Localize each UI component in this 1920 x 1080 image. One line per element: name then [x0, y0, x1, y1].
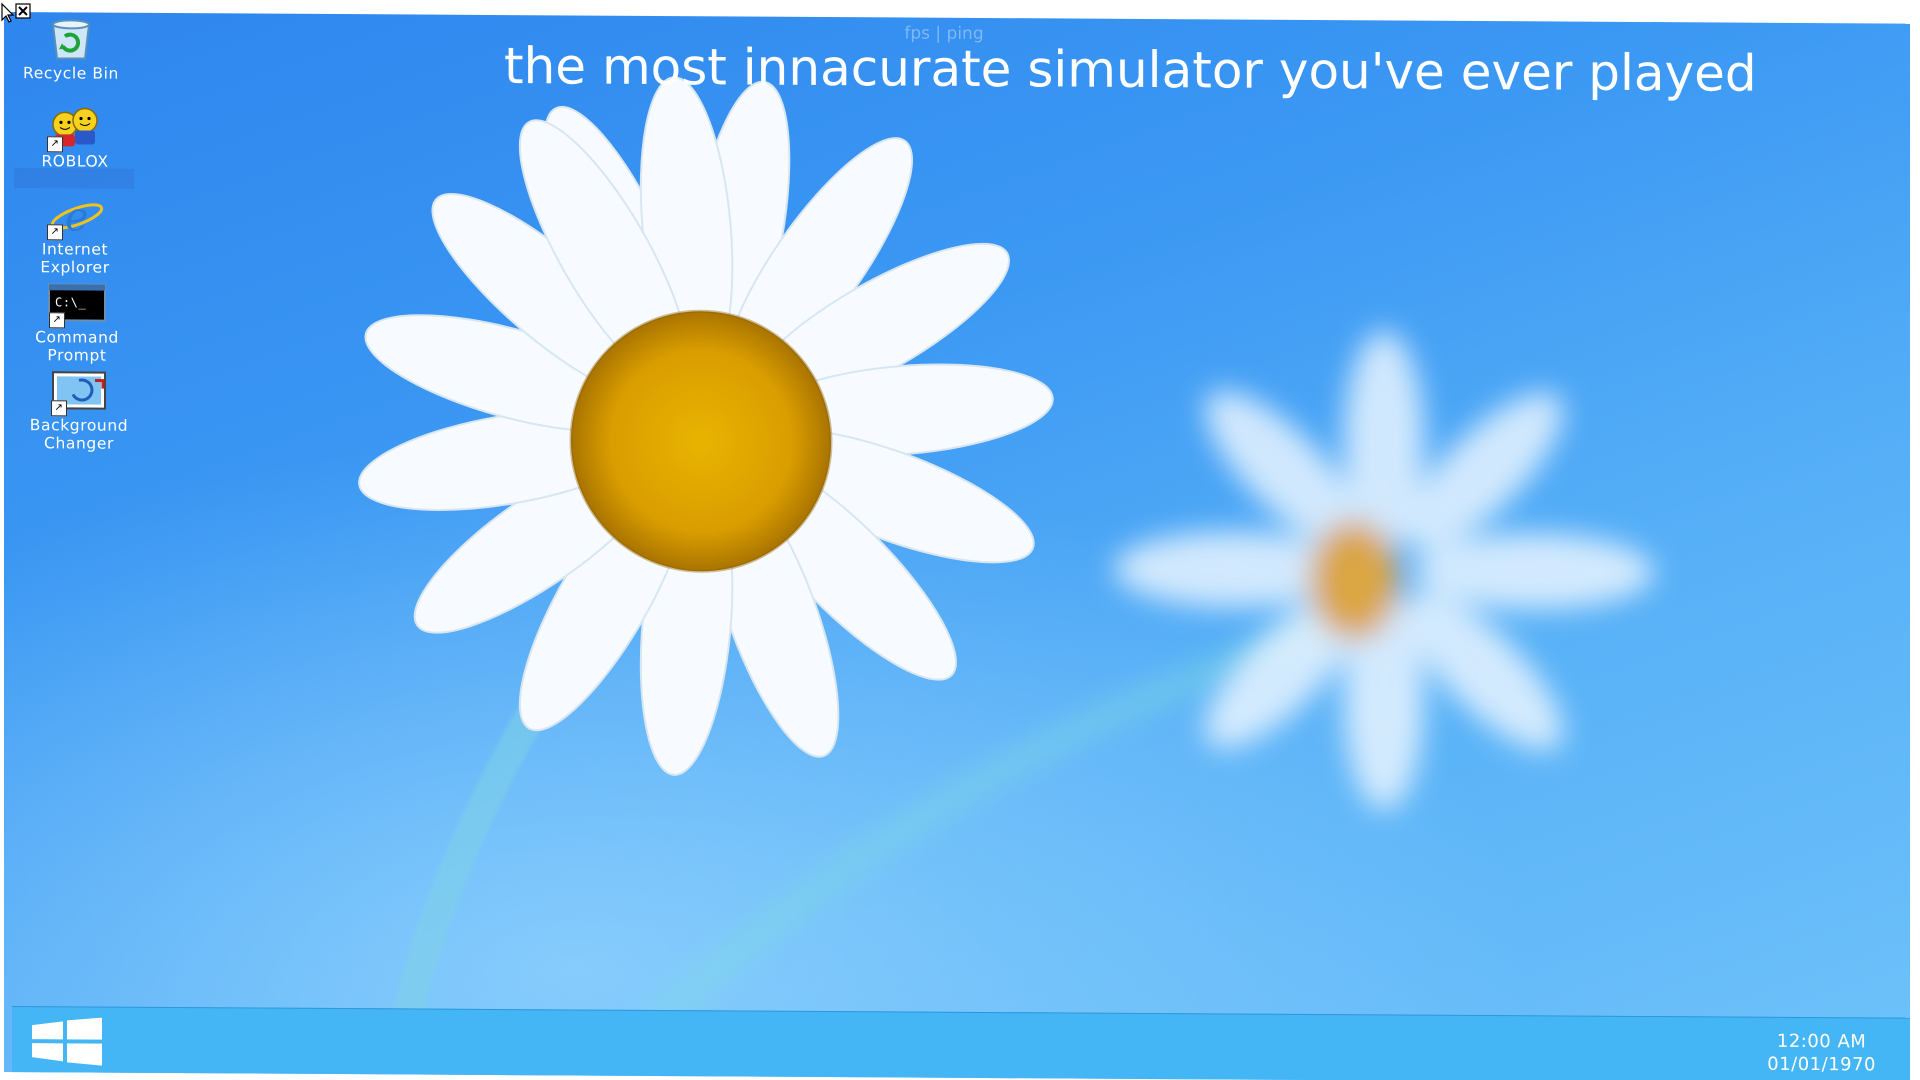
desktop-icon-background-changer[interactable]: ↗ Background Changer	[16, 368, 142, 453]
screen: fps | ping the most innacurate simulator…	[0, 0, 1920, 1080]
selection-highlight	[14, 168, 134, 189]
taskbar: 12:00 AM 01/01/1970	[12, 1006, 1910, 1080]
svg-text:e: e	[65, 194, 89, 238]
headline-title: the most innacurate simulator you've eve…	[504, 37, 1757, 103]
shortcut-arrow-icon: ↗	[47, 224, 63, 241]
internet-explorer-icon: e ↗	[45, 192, 105, 241]
desktop-icon-command-prompt[interactable]: C:\_ ↗ Command Prompt	[14, 280, 140, 365]
background-changer-icon: ↗	[49, 368, 109, 417]
wallpaper-art	[4, 12, 1910, 1080]
desktop-icon-label: Background Changer	[29, 416, 129, 453]
windows-logo-icon	[32, 1017, 102, 1066]
svg-text:C:\_: C:\_	[55, 295, 86, 309]
desktop[interactable]: fps | ping the most innacurate simulator…	[4, 12, 1910, 1080]
wallpaper	[4, 12, 1910, 1080]
clock-date: 01/01/1970	[1767, 1053, 1876, 1076]
desktop-icon-label: Recycle Bin	[23, 64, 119, 83]
desktop-icon-label: Internet Explorer	[40, 240, 110, 277]
start-button[interactable]	[30, 1017, 104, 1066]
roblox-icon: ↗	[45, 104, 105, 153]
desktop-icon-label: ROBLOX	[41, 152, 109, 171]
taskbar-clock[interactable]: 12:00 AM 01/01/1970	[1767, 1030, 1876, 1077]
cursor-icon	[0, 2, 34, 24]
recycle-bin-icon	[41, 16, 101, 62]
desktop-icon-internet-explorer[interactable]: e ↗ Internet Explorer	[12, 192, 138, 277]
command-prompt-icon: C:\_ ↗	[47, 280, 107, 329]
desktop-icon-label: Command Prompt	[35, 328, 119, 365]
clock-time: 12:00 AM	[1776, 1030, 1867, 1053]
shortcut-arrow-icon: ↗	[47, 136, 63, 153]
desktop-icon-recycle-bin[interactable]: Recycle Bin	[8, 16, 134, 83]
desktop-icon-roblox[interactable]: ↗ ROBLOX	[12, 104, 138, 171]
shortcut-arrow-icon: ↗	[51, 400, 67, 417]
shortcut-arrow-icon: ↗	[49, 312, 65, 329]
